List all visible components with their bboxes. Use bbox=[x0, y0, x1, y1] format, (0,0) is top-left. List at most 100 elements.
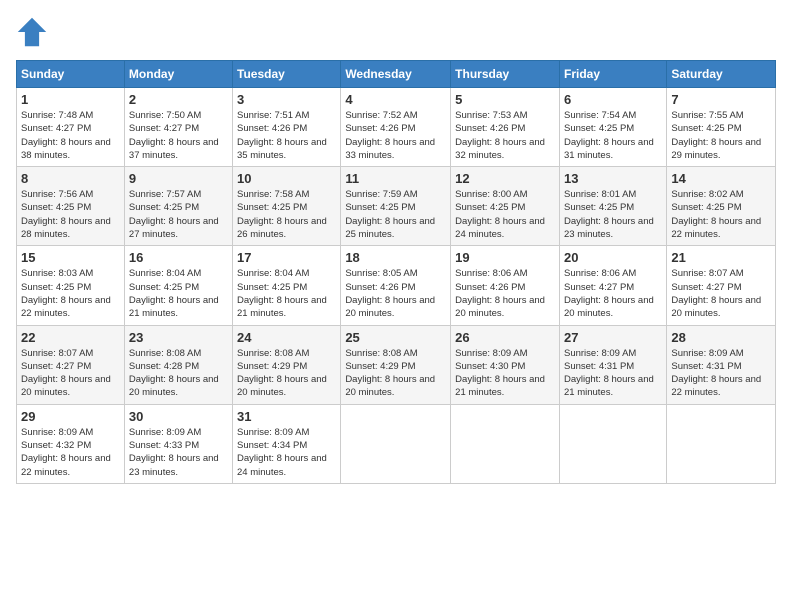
day-number: 31 bbox=[237, 409, 336, 424]
day-number: 21 bbox=[671, 250, 771, 265]
calendar-header-row: SundayMondayTuesdayWednesdayThursdayFrid… bbox=[17, 61, 776, 88]
day-number: 19 bbox=[455, 250, 555, 265]
calendar-cell: 26Sunrise: 8:09 AMSunset: 4:30 PMDayligh… bbox=[451, 325, 560, 404]
day-number: 9 bbox=[129, 171, 228, 186]
day-number: 7 bbox=[671, 92, 771, 107]
calendar-cell: 4Sunrise: 7:52 AMSunset: 4:26 PMDaylight… bbox=[341, 88, 451, 167]
calendar-cell: 3 Sunrise: 7:51 AMSunset: 4:26 PMDaylight… bbox=[233, 88, 341, 167]
calendar-week-4: 22 Sunrise: 8:07 AMSunset: 4:27 PMDayligh… bbox=[17, 325, 776, 404]
calendar-cell: 28 Sunrise: 8:09 AMSunset: 4:31 PMDayligh… bbox=[667, 325, 776, 404]
day-number: 27 bbox=[564, 330, 662, 345]
day-info: Sunrise: 8:08 AMSunset: 4:29 PMDaylight:… bbox=[345, 347, 446, 400]
day-number: 24 bbox=[237, 330, 336, 345]
calendar-cell: 25 Sunrise: 8:08 AMSunset: 4:29 PMDayligh… bbox=[341, 325, 451, 404]
calendar-cell: 10 Sunrise: 7:58 AMSunset: 4:25 PMDayligh… bbox=[233, 167, 341, 246]
calendar-cell: 29 Sunrise: 8:09 AMSunset: 4:32 PMDayligh… bbox=[17, 404, 125, 483]
calendar-cell: 27 Sunrise: 8:09 AMSunset: 4:31 PMDayligh… bbox=[559, 325, 666, 404]
day-number: 25 bbox=[345, 330, 446, 345]
day-info: Sunrise: 8:09 AMSunset: 4:30 PMDaylight:… bbox=[455, 347, 555, 400]
header-sunday: Sunday bbox=[17, 61, 125, 88]
day-info: Sunrise: 8:09 AMSunset: 4:31 PMDaylight:… bbox=[671, 347, 771, 400]
day-number: 6 bbox=[564, 92, 662, 107]
day-info: Sunrise: 7:59 AMSunset: 4:25 PMDaylight:… bbox=[345, 188, 446, 241]
day-info: Sunrise: 8:09 AMSunset: 4:34 PMDaylight:… bbox=[237, 426, 336, 479]
day-info: Sunrise: 8:03 AMSunset: 4:25 PMDaylight:… bbox=[21, 267, 120, 320]
day-info: Sunrise: 8:09 AMSunset: 4:31 PMDaylight:… bbox=[564, 347, 662, 400]
day-info: Sunrise: 8:01 AMSunset: 4:25 PMDaylight:… bbox=[564, 188, 662, 241]
day-info: Sunrise: 7:58 AMSunset: 4:25 PMDaylight:… bbox=[237, 188, 336, 241]
day-number: 11 bbox=[345, 171, 446, 186]
calendar-cell: 30 Sunrise: 8:09 AMSunset: 4:33 PMDayligh… bbox=[124, 404, 232, 483]
calendar-cell bbox=[667, 404, 776, 483]
day-info: Sunrise: 8:02 AMSunset: 4:25 PMDaylight:… bbox=[671, 188, 771, 241]
calendar-cell: 16 Sunrise: 8:04 AMSunset: 4:25 PMDayligh… bbox=[124, 246, 232, 325]
day-info: Sunrise: 7:50 AMSunset: 4:27 PMDaylight:… bbox=[129, 109, 228, 162]
page-header bbox=[16, 16, 776, 48]
day-number: 20 bbox=[564, 250, 662, 265]
day-number: 22 bbox=[21, 330, 120, 345]
day-info: Sunrise: 8:09 AMSunset: 4:33 PMDaylight:… bbox=[129, 426, 228, 479]
calendar-table: SundayMondayTuesdayWednesdayThursdayFrid… bbox=[16, 60, 776, 484]
calendar-cell: 14 Sunrise: 8:02 AMSunset: 4:25 PMDayligh… bbox=[667, 167, 776, 246]
logo bbox=[16, 16, 52, 48]
day-number: 4 bbox=[345, 92, 446, 107]
day-info: Sunrise: 8:08 AMSunset: 4:28 PMDaylight:… bbox=[129, 347, 228, 400]
calendar-cell bbox=[559, 404, 666, 483]
calendar-week-5: 29 Sunrise: 8:09 AMSunset: 4:32 PMDayligh… bbox=[17, 404, 776, 483]
day-number: 5 bbox=[455, 92, 555, 107]
calendar-cell: 13 Sunrise: 8:01 AMSunset: 4:25 PMDayligh… bbox=[559, 167, 666, 246]
calendar-cell bbox=[451, 404, 560, 483]
day-number: 2 bbox=[129, 92, 228, 107]
calendar-cell: 15 Sunrise: 8:03 AMSunset: 4:25 PMDayligh… bbox=[17, 246, 125, 325]
day-number: 15 bbox=[21, 250, 120, 265]
day-info: Sunrise: 8:05 AMSunset: 4:26 PMDaylight:… bbox=[345, 267, 446, 320]
calendar-cell: 22 Sunrise: 8:07 AMSunset: 4:27 PMDayligh… bbox=[17, 325, 125, 404]
calendar-week-1: 1 Sunrise: 7:48 AMSunset: 4:27 PMDaylight… bbox=[17, 88, 776, 167]
day-info: Sunrise: 8:07 AMSunset: 4:27 PMDaylight:… bbox=[671, 267, 771, 320]
calendar-cell: 9 Sunrise: 7:57 AMSunset: 4:25 PMDaylight… bbox=[124, 167, 232, 246]
calendar-cell: 8 Sunrise: 7:56 AMSunset: 4:25 PMDaylight… bbox=[17, 167, 125, 246]
day-info: Sunrise: 7:53 AMSunset: 4:26 PMDaylight:… bbox=[455, 109, 555, 162]
day-number: 29 bbox=[21, 409, 120, 424]
day-number: 16 bbox=[129, 250, 228, 265]
calendar-cell: 12 Sunrise: 8:00 AMSunset: 4:25 PMDayligh… bbox=[451, 167, 560, 246]
header-thursday: Thursday bbox=[451, 61, 560, 88]
day-info: Sunrise: 7:56 AMSunset: 4:25 PMDaylight:… bbox=[21, 188, 120, 241]
day-number: 23 bbox=[129, 330, 228, 345]
day-info: Sunrise: 8:09 AMSunset: 4:32 PMDaylight:… bbox=[21, 426, 120, 479]
calendar-week-3: 15 Sunrise: 8:03 AMSunset: 4:25 PMDayligh… bbox=[17, 246, 776, 325]
calendar-week-2: 8 Sunrise: 7:56 AMSunset: 4:25 PMDaylight… bbox=[17, 167, 776, 246]
calendar-cell: 2 Sunrise: 7:50 AMSunset: 4:27 PMDaylight… bbox=[124, 88, 232, 167]
day-number: 8 bbox=[21, 171, 120, 186]
day-number: 14 bbox=[671, 171, 771, 186]
header-monday: Monday bbox=[124, 61, 232, 88]
calendar-cell: 11 Sunrise: 7:59 AMSunset: 4:25 PMDayligh… bbox=[341, 167, 451, 246]
calendar-cell: 24Sunrise: 8:08 AMSunset: 4:29 PMDayligh… bbox=[233, 325, 341, 404]
calendar-cell: 1 Sunrise: 7:48 AMSunset: 4:27 PMDaylight… bbox=[17, 88, 125, 167]
day-number: 30 bbox=[129, 409, 228, 424]
calendar-cell: 31 Sunrise: 8:09 AMSunset: 4:34 PMDayligh… bbox=[233, 404, 341, 483]
day-info: Sunrise: 8:07 AMSunset: 4:27 PMDaylight:… bbox=[21, 347, 120, 400]
day-number: 12 bbox=[455, 171, 555, 186]
day-number: 3 bbox=[237, 92, 336, 107]
day-number: 13 bbox=[564, 171, 662, 186]
calendar-cell: 21 Sunrise: 8:07 AMSunset: 4:27 PMDayligh… bbox=[667, 246, 776, 325]
day-number: 1 bbox=[21, 92, 120, 107]
calendar-cell: 18 Sunrise: 8:05 AMSunset: 4:26 PMDayligh… bbox=[341, 246, 451, 325]
day-info: Sunrise: 7:51 AMSunset: 4:26 PMDaylight:… bbox=[237, 109, 336, 162]
calendar-cell: 19Sunrise: 8:06 AMSunset: 4:26 PMDayligh… bbox=[451, 246, 560, 325]
day-number: 18 bbox=[345, 250, 446, 265]
day-info: Sunrise: 7:54 AMSunset: 4:25 PMDaylight:… bbox=[564, 109, 662, 162]
header-friday: Friday bbox=[559, 61, 666, 88]
header-tuesday: Tuesday bbox=[233, 61, 341, 88]
day-info: Sunrise: 8:00 AMSunset: 4:25 PMDaylight:… bbox=[455, 188, 555, 241]
day-number: 10 bbox=[237, 171, 336, 186]
header-saturday: Saturday bbox=[667, 61, 776, 88]
day-number: 28 bbox=[671, 330, 771, 345]
day-info: Sunrise: 7:48 AMSunset: 4:27 PMDaylight:… bbox=[21, 109, 120, 162]
calendar-cell bbox=[341, 404, 451, 483]
calendar-cell: 5 Sunrise: 7:53 AMSunset: 4:26 PMDaylight… bbox=[451, 88, 560, 167]
day-info: Sunrise: 8:04 AMSunset: 4:25 PMDaylight:… bbox=[129, 267, 228, 320]
calendar-cell: 7Sunrise: 7:55 AMSunset: 4:25 PMDaylight… bbox=[667, 88, 776, 167]
day-info: Sunrise: 7:57 AMSunset: 4:25 PMDaylight:… bbox=[129, 188, 228, 241]
